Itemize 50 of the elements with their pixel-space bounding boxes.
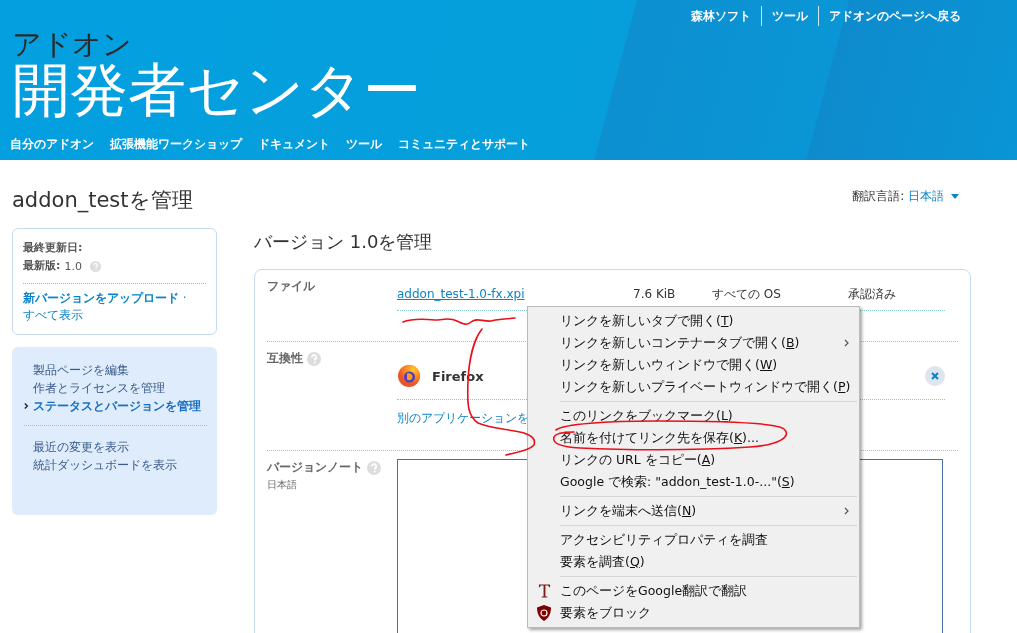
menu-item[interactable]: Google で検索: "addon_test-1.0-..."(S): [528, 471, 859, 493]
locale-dropdown[interactable]: 日本語: [908, 188, 959, 205]
menu-item[interactable]: アクセシビリティプロパティを調査: [528, 529, 859, 551]
sidebar-item[interactable]: 作者とライセンスを管理: [24, 379, 207, 397]
file-status: 承認済み: [848, 287, 896, 302]
menu-item[interactable]: リンクを端末へ送信(N): [528, 500, 859, 522]
upload-link[interactable]: 新バージョンをアップロード: [23, 291, 179, 305]
file-link[interactable]: addon_test-1.0-fx.xpi: [397, 287, 633, 302]
close-icon: [931, 372, 939, 380]
menu-item[interactable]: 要素をブロック: [528, 602, 859, 624]
page-title: addon_testを管理: [12, 187, 194, 214]
browser-logo-icon: [397, 364, 421, 388]
menu-item[interactable]: リンクの URL をコピー(A): [528, 449, 859, 471]
section-title: バージョン 1.0を管理: [254, 230, 434, 254]
menu-item[interactable]: 名前を付けてリンク先を保存(K)...: [528, 427, 859, 449]
updated-label: 最終更新日:: [23, 240, 84, 256]
version-label: 最新版:: [23, 258, 61, 274]
site-subtitle: アドオン: [12, 26, 132, 60]
menu-item[interactable]: リンクを新しいコンテナータブで開く(B): [528, 332, 859, 354]
file-platform: すべての OS: [712, 287, 782, 302]
help-icon[interactable]: [89, 260, 101, 272]
menu-item[interactable]: リンクを新しいウィンドウで開く(W): [528, 354, 859, 376]
menu-item[interactable]: このページをGoogle翻訳で翻訳: [528, 580, 859, 602]
site-title: 開発者センター: [12, 58, 421, 122]
sidebar-item[interactable]: 製品ページを編集: [24, 361, 207, 379]
shield-icon: [537, 605, 551, 621]
menu-item[interactable]: 要素を調査(Q): [528, 551, 859, 573]
chevron-icon: [24, 402, 29, 410]
header-link[interactable]: 森林ソフト: [691, 7, 751, 25]
help-icon[interactable]: [367, 460, 381, 475]
locale-label: 翻訳言語:: [852, 188, 905, 205]
remove-button[interactable]: [925, 366, 945, 386]
field-label: バージョンノート: [267, 460, 363, 474]
sidebar-item[interactable]: 統計ダッシュボードを表示: [24, 456, 207, 474]
header-link[interactable]: ツール: [772, 7, 808, 25]
help-icon[interactable]: [307, 351, 321, 366]
upload-links-text: 新バージョンをアップロード · すべて表示: [23, 290, 206, 324]
field-label: 互換性: [267, 351, 303, 365]
sidebar-item[interactable]: ステータスとバージョンを管理: [24, 397, 207, 415]
menu-item[interactable]: リンクを新しいタブで開く(T): [528, 310, 859, 332]
field-label: ファイル: [267, 278, 316, 295]
menu-item[interactable]: リンクを新しいプライベートウィンドウで開く(P): [528, 376, 859, 398]
caret-icon: [951, 194, 959, 199]
header-link[interactable]: アドオンのページへ戻る: [829, 7, 961, 25]
show-all-link[interactable]: すべて表示: [23, 307, 206, 324]
locale-note: 日本語: [267, 478, 298, 492]
sidebar-item[interactable]: 最近の変更を表示: [24, 438, 207, 456]
file-size: 7.6 KiB: [633, 287, 677, 302]
version-value: 1.0: [64, 259, 82, 273]
letter-t-icon: [537, 583, 551, 599]
